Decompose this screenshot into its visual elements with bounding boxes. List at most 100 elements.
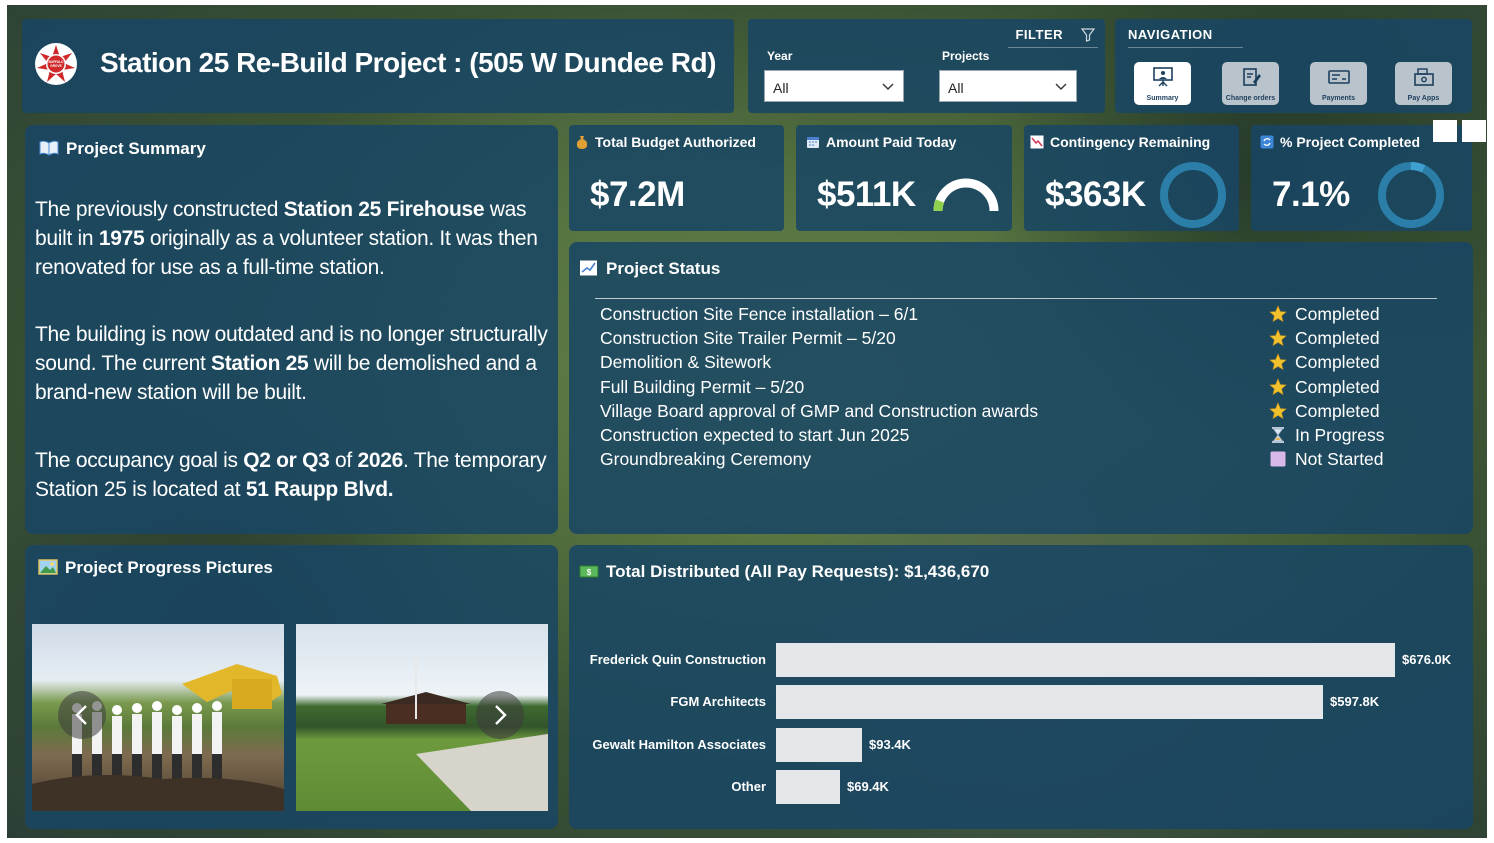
- project-completed-ring: [1378, 162, 1444, 228]
- page-title: Station 25 Re-Build Project : (505 W Dun…: [100, 47, 716, 78]
- status-state-label: In Progress: [1295, 425, 1385, 445]
- presentation-icon: [1153, 67, 1173, 87]
- kpi-amount-paid-value: $511K: [817, 175, 916, 214]
- kpi-total-budget-value: $7.2M: [590, 175, 685, 214]
- nav-payments-button[interactable]: Payments: [1310, 62, 1367, 105]
- total-distributed-title: $ Total Distributed (All Pay Requests): …: [579, 562, 989, 582]
- filter-heading: FILTER: [1015, 27, 1063, 42]
- status-task: Village Board approval of GMP and Constr…: [600, 400, 1039, 421]
- status-task: Construction expected to start Jun 2025: [600, 425, 910, 445]
- status-task: Groundbreaking Ceremony: [600, 449, 812, 470]
- open-book-icon: [39, 140, 59, 156]
- kpi-contingency: Contingency Remaining $363K: [1024, 125, 1239, 231]
- visual-header-box[interactable]: [1462, 120, 1486, 142]
- star-icon: [1269, 402, 1287, 419]
- bar[interactable]: [776, 727, 862, 762]
- status-task: Construction Site Trailer Permit – 5/20: [600, 328, 896, 349]
- chevron-down-icon: [1055, 83, 1067, 90]
- kpi-amount-paid: Amount Paid Today $511K: [796, 125, 1012, 231]
- year-label: Year: [767, 49, 793, 63]
- kpi-amount-paid-title: Amount Paid Today: [806, 134, 956, 150]
- kpi-total-budget: Total Budget Authorized $7.2M: [569, 125, 784, 231]
- bar-value-label: $676.0K: [1402, 652, 1452, 667]
- progress-pictures-title-text: Project Progress Pictures: [65, 558, 273, 577]
- bar[interactable]: [776, 685, 1323, 720]
- bar[interactable]: [776, 769, 840, 804]
- status-state-label: Completed: [1295, 352, 1380, 373]
- status-state: Completed: [1269, 304, 1380, 328]
- title-panel: BUFFALO GROVE Station 25 Re-Build Projec…: [22, 19, 734, 113]
- visual-header-box[interactable]: [1433, 120, 1457, 142]
- kpi-contingency-value: $363K: [1045, 175, 1146, 214]
- carousel-prev-button[interactable]: [58, 691, 106, 739]
- summary-paragraph-2: The building is now outdated and is no l…: [35, 323, 548, 404]
- status-state-label: Completed: [1295, 328, 1380, 349]
- calendar-icon: [807, 137, 819, 148]
- status-state: Completed: [1269, 401, 1380, 425]
- summary-paragraph-1: The previously constructed Station 25 Fi…: [35, 198, 538, 279]
- square-icon: [1270, 451, 1286, 467]
- chevron-left-icon: [75, 705, 87, 725]
- kpi-project-completed-title: % Project Completed: [1260, 134, 1420, 150]
- status-state: Completed: [1269, 328, 1380, 352]
- navigation-divider: [1128, 47, 1243, 48]
- amount-paid-gauge: [933, 178, 999, 212]
- status-state-label: Completed: [1295, 376, 1380, 397]
- nav-change-orders-button[interactable]: Change orders: [1222, 62, 1279, 105]
- navigation-panel: NAVIGATION Summary Change orders Payment…: [1115, 19, 1472, 113]
- chevron-down-icon: [882, 83, 894, 90]
- status-state-label: Completed: [1295, 400, 1380, 421]
- kpi-project-completed-value: 7.1%: [1272, 175, 1350, 214]
- refresh-icon: [1260, 135, 1274, 149]
- chart-down-icon: [1030, 135, 1044, 149]
- status-state-label: Not Started: [1295, 449, 1384, 470]
- year-dropdown[interactable]: All: [764, 70, 904, 102]
- hourglass-icon: [1272, 427, 1284, 443]
- project-status-title-text: Project Status: [606, 259, 721, 278]
- status-state: Completed: [1269, 377, 1380, 401]
- money-bag-icon: [576, 136, 588, 149]
- filter-panel: FILTER Year All Projects All: [748, 19, 1105, 113]
- check-payment-icon: [1328, 70, 1350, 84]
- kpi-contingency-title: Contingency Remaining: [1030, 134, 1210, 150]
- summary-paragraph-3: The occupancy goal is Q2 or Q3 of 2026. …: [35, 449, 547, 501]
- contingency-ring: [1160, 162, 1226, 228]
- star-icon: [1269, 377, 1287, 395]
- status-state: Completed: [1269, 352, 1380, 376]
- svg-text:GROVE: GROVE: [50, 64, 62, 68]
- svg-text:$: $: [587, 568, 592, 577]
- project-status-panel: Project Status Construction Site Fence i…: [569, 242, 1473, 534]
- project-summary-title-text: Project Summary: [66, 139, 206, 158]
- nav-pay-apps-label: Pay Apps: [1407, 95, 1440, 102]
- bar[interactable]: [776, 643, 1395, 677]
- project-status-title: Project Status: [579, 259, 720, 279]
- nav-summary-button[interactable]: Summary: [1134, 62, 1191, 105]
- progress-pictures-title: Project Progress Pictures: [38, 558, 273, 578]
- chart-up-icon: [580, 260, 597, 276]
- projects-dropdown[interactable]: All: [939, 70, 1077, 102]
- carousel-next-button[interactable]: [476, 691, 524, 739]
- bar-value-label: $597.8K: [1330, 694, 1380, 710]
- filter-icon[interactable]: [1081, 28, 1095, 42]
- nav-pay-apps-button[interactable]: Pay Apps: [1395, 62, 1452, 105]
- bar-category-label: FGM Architects: [670, 694, 766, 710]
- filter-divider: [1008, 47, 1098, 48]
- report-canvas: BUFFALO GROVE Station 25 Re-Build Projec…: [7, 5, 1487, 838]
- status-state: Not Started: [1269, 449, 1384, 473]
- status-task: Construction Site Fence installation – 6…: [600, 304, 919, 324]
- project-summary-title: Project Summary: [39, 139, 206, 159]
- status-state: In Progress: [1269, 425, 1384, 449]
- projects-label: Projects: [942, 49, 990, 63]
- chevron-right-icon: [495, 705, 507, 725]
- star-icon: [1269, 305, 1287, 323]
- total-distributed-title-text: Total Distributed (All Pay Requests): $1…: [606, 562, 990, 581]
- status-divider: [595, 298, 1437, 299]
- year-value: All: [773, 80, 789, 96]
- star-icon: [1269, 329, 1287, 347]
- nav-payments-label: Payments: [1321, 95, 1356, 102]
- bar-category-label: Frederick Quin Construction: [589, 652, 766, 667]
- nav-change-orders-label: Change orders: [1225, 95, 1276, 102]
- bar-category-label: Gewalt Hamilton Associates: [592, 736, 766, 752]
- nav-summary-label: Summary: [1146, 95, 1179, 102]
- project-summary-panel: Project Summary The previously construct…: [25, 125, 558, 534]
